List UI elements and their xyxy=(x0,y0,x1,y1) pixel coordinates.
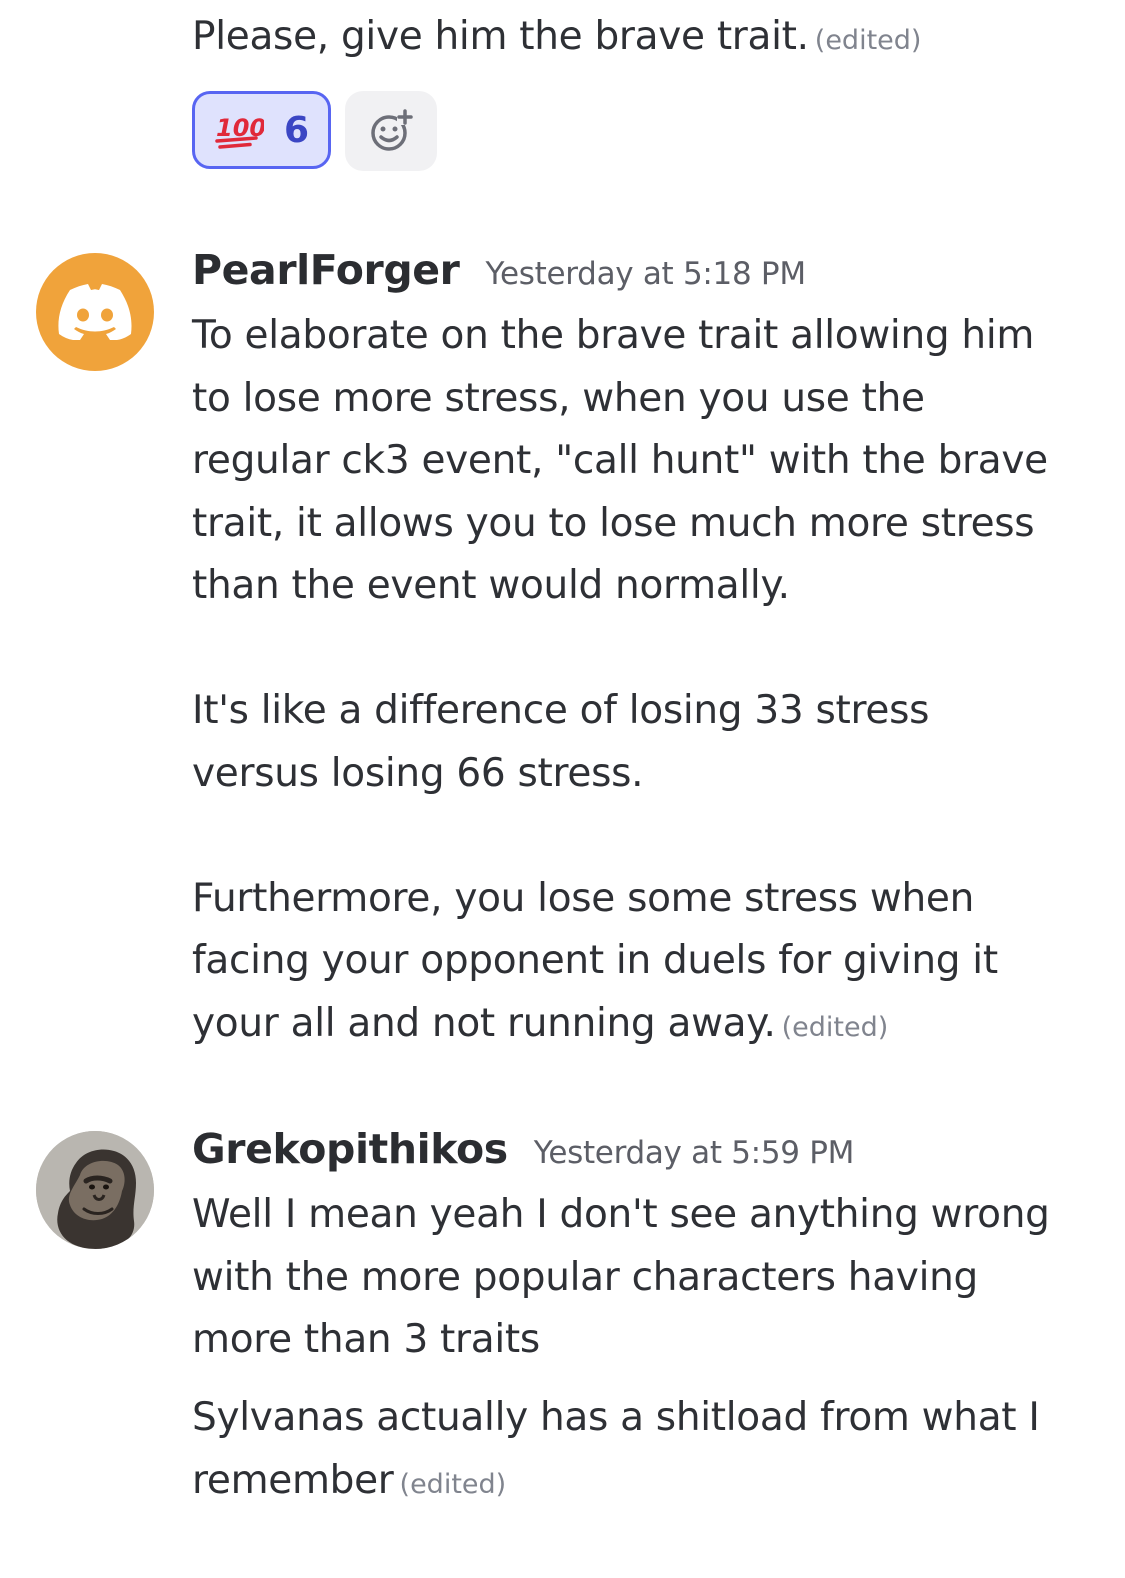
discord-logo-icon xyxy=(58,284,132,340)
avatar[interactable] xyxy=(36,1131,154,1249)
username[interactable]: PearlForger xyxy=(192,246,460,294)
message-text: Well I mean yeah I don't see anything wr… xyxy=(192,1192,1050,1362)
ape-portrait-icon xyxy=(36,1131,154,1249)
add-reaction-button[interactable] xyxy=(345,91,437,171)
message-text: Sylvanas actually has a shitload from wh… xyxy=(192,1395,1040,1503)
timestamp: Yesterday at 5:59 PM xyxy=(533,1135,855,1171)
message-header: Grekopithikos Yesterday at 5:59 PM xyxy=(192,1125,854,1173)
reaction-count: 6 xyxy=(283,109,310,151)
avatar[interactable] xyxy=(36,253,154,371)
message-header: PearlForger Yesterday at 5:18 PM xyxy=(192,246,806,294)
add-reaction-icon xyxy=(371,109,413,151)
username[interactable]: Grekopithikos xyxy=(192,1125,508,1173)
hundred-points-icon: 100 xyxy=(215,114,264,149)
reaction-bar: 100 6 xyxy=(192,91,437,171)
message-text: To elaborate on the brave trait allowing… xyxy=(192,313,1048,1046)
timestamp: Yesterday at 5:18 PM xyxy=(485,256,807,292)
edited-label: (edited) xyxy=(781,1011,889,1043)
reaction-hundred-points[interactable]: 100 6 xyxy=(192,91,331,169)
message-text: Please, give him the brave trait. (edited… xyxy=(192,14,922,59)
edited-label: (edited) xyxy=(814,25,922,56)
edited-label: (edited) xyxy=(399,1468,507,1500)
